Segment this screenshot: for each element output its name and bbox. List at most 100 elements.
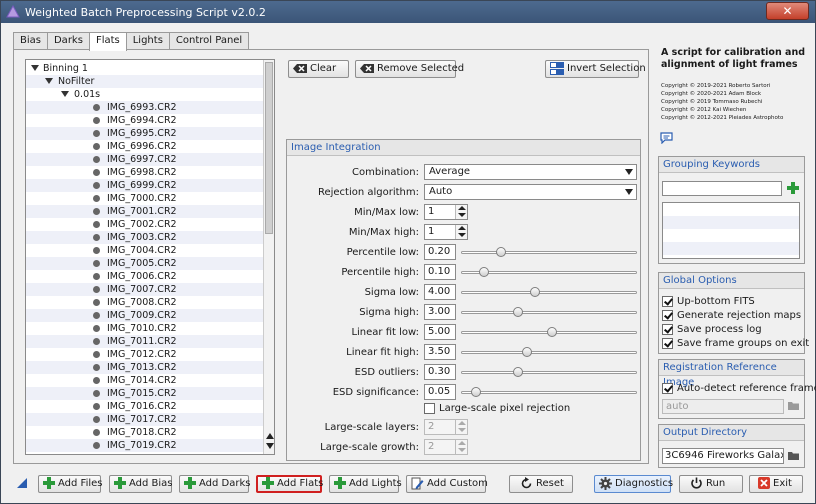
tree-node-filter[interactable]: NoFilter: [26, 75, 264, 88]
file-tree[interactable]: Binning 1 NoFilter 0.01s IMG_6993.CR2 IMG…: [25, 59, 275, 455]
file-row[interactable]: IMG_7017.CR2: [26, 413, 264, 426]
add-keyword-icon[interactable]: [787, 182, 799, 194]
file-row[interactable]: IMG_7018.CR2: [26, 426, 264, 439]
large-scale-rejection-checkbox[interactable]: [424, 403, 435, 414]
slider-handle[interactable]: [547, 327, 557, 337]
file-row[interactable]: IMG_6993.CR2: [26, 101, 264, 114]
slider-value-field[interactable]: 3.50: [424, 344, 456, 360]
slider-track[interactable]: [461, 291, 637, 294]
tab-control-panel[interactable]: Control Panel: [168, 32, 250, 50]
slider-track[interactable]: [461, 351, 637, 354]
slider-handle[interactable]: [470, 387, 481, 397]
add-bias-button[interactable]: Add Bias: [109, 475, 173, 493]
slider-value-field[interactable]: 4.00: [424, 284, 456, 300]
file-row[interactable]: IMG_7019.CR2: [26, 439, 264, 452]
file-row[interactable]: IMG_7001.CR2: [26, 205, 264, 218]
auto-detect-checkbox[interactable]: [662, 383, 673, 394]
run-button[interactable]: Run: [679, 475, 743, 493]
slider[interactable]: [461, 284, 637, 300]
file-row[interactable]: IMG_7005.CR2: [26, 257, 264, 270]
file-row[interactable]: IMG_7011.CR2: [26, 335, 264, 348]
slider-track[interactable]: [461, 391, 637, 394]
option-checkbox[interactable]: [662, 324, 673, 335]
minmax-high-spinner[interactable]: 1: [424, 224, 468, 240]
invert-selection-button[interactable]: Invert Selection: [545, 60, 646, 78]
file-row[interactable]: IMG_7003.CR2: [26, 231, 264, 244]
file-row[interactable]: IMG_7004.CR2: [26, 244, 264, 257]
slider-handle[interactable]: [513, 307, 523, 317]
slider-track[interactable]: [461, 371, 637, 374]
add-lights-button[interactable]: Add Lights: [329, 475, 402, 493]
slider-handle[interactable]: [479, 267, 489, 277]
file-row[interactable]: IMG_7013.CR2: [26, 361, 264, 374]
slider-track[interactable]: [461, 251, 637, 254]
file-row[interactable]: IMG_6996.CR2: [26, 140, 264, 153]
slider-value-field[interactable]: 0.30: [424, 364, 456, 380]
rejection-algorithm-select[interactable]: Auto: [424, 184, 637, 200]
diagnostics-button[interactable]: Diagnostics: [594, 475, 673, 493]
slider[interactable]: [461, 244, 637, 260]
expand-icon[interactable]: [31, 65, 39, 71]
slider-value-field[interactable]: 0.05: [424, 384, 456, 400]
spin-arrows-icon[interactable]: [455, 420, 467, 434]
keyword-list[interactable]: [662, 202, 800, 259]
file-row[interactable]: IMG_7002.CR2: [26, 218, 264, 231]
speech-bubble-icon[interactable]: [660, 132, 673, 144]
clear-button[interactable]: Clear: [288, 60, 349, 78]
file-row[interactable]: IMG_6998.CR2: [26, 166, 264, 179]
slider-handle[interactable]: [496, 247, 506, 257]
slider-handle[interactable]: [530, 287, 540, 297]
file-row[interactable]: IMG_7020.CR2: [26, 452, 264, 454]
expand-icon[interactable]: [61, 91, 69, 97]
slider[interactable]: [461, 304, 637, 320]
tab-lights[interactable]: Lights: [125, 32, 170, 50]
add-custom-button[interactable]: Add Custom: [406, 475, 488, 493]
slider[interactable]: [461, 324, 637, 340]
spin-arrows-icon[interactable]: [455, 440, 467, 454]
file-row[interactable]: IMG_6999.CR2: [26, 179, 264, 192]
slider[interactable]: [461, 344, 637, 360]
file-row[interactable]: IMG_7008.CR2: [26, 296, 264, 309]
tree-scrollbar[interactable]: [263, 60, 274, 454]
slider-value-field[interactable]: 3.00: [424, 304, 456, 320]
file-row[interactable]: IMG_6995.CR2: [26, 127, 264, 140]
file-row[interactable]: IMG_7012.CR2: [26, 348, 264, 361]
file-row[interactable]: IMG_7016.CR2: [26, 400, 264, 413]
file-row[interactable]: IMG_7000.CR2: [26, 192, 264, 205]
folder-icon[interactable]: [788, 451, 800, 461]
slider-value-field[interactable]: 5.00: [424, 324, 456, 340]
slider-handle[interactable]: [513, 367, 523, 377]
option-checkbox[interactable]: [662, 310, 673, 321]
scroll-up-arrow-icon[interactable]: [266, 433, 274, 439]
tab-bias[interactable]: Bias: [13, 32, 48, 50]
tree-node-exposure[interactable]: 0.01s: [26, 88, 264, 101]
output-directory-field[interactable]: 3C6946 Fireworks Galaxy: [662, 448, 784, 464]
file-row[interactable]: IMG_6994.CR2: [26, 114, 264, 127]
file-row[interactable]: IMG_7010.CR2: [26, 322, 264, 335]
keyword-input[interactable]: [662, 181, 782, 196]
slider-track[interactable]: [461, 311, 637, 314]
scroll-down-arrow-icon[interactable]: [266, 443, 274, 449]
scroll-thumb[interactable]: [265, 62, 273, 234]
slider[interactable]: [461, 364, 637, 380]
large-scale-layers-spinner[interactable]: 2: [424, 419, 468, 435]
file-row[interactable]: IMG_6997.CR2: [26, 153, 264, 166]
tab-flats[interactable]: Flats: [88, 32, 127, 51]
add-files-button[interactable]: Add Files: [38, 475, 102, 493]
slider-handle[interactable]: [521, 347, 532, 357]
folder-icon[interactable]: [788, 401, 800, 411]
file-row[interactable]: IMG_7009.CR2: [26, 309, 264, 322]
spin-arrows-icon[interactable]: [455, 205, 467, 219]
minmax-low-spinner[interactable]: 1: [424, 204, 468, 220]
slider-value-field[interactable]: 0.10: [424, 264, 456, 280]
tree-node-binning[interactable]: Binning 1: [26, 62, 264, 75]
reference-image-field[interactable]: auto: [662, 399, 784, 414]
slider[interactable]: [461, 384, 637, 400]
reset-button[interactable]: Reset: [509, 475, 573, 493]
remove-selected-button[interactable]: Remove Selected: [355, 60, 464, 78]
slider-value-field[interactable]: 0.20: [424, 244, 456, 260]
slider[interactable]: [461, 264, 637, 280]
tab-darks[interactable]: Darks: [46, 32, 90, 50]
file-row[interactable]: IMG_7006.CR2: [26, 270, 264, 283]
combination-select[interactable]: Average: [424, 164, 637, 180]
